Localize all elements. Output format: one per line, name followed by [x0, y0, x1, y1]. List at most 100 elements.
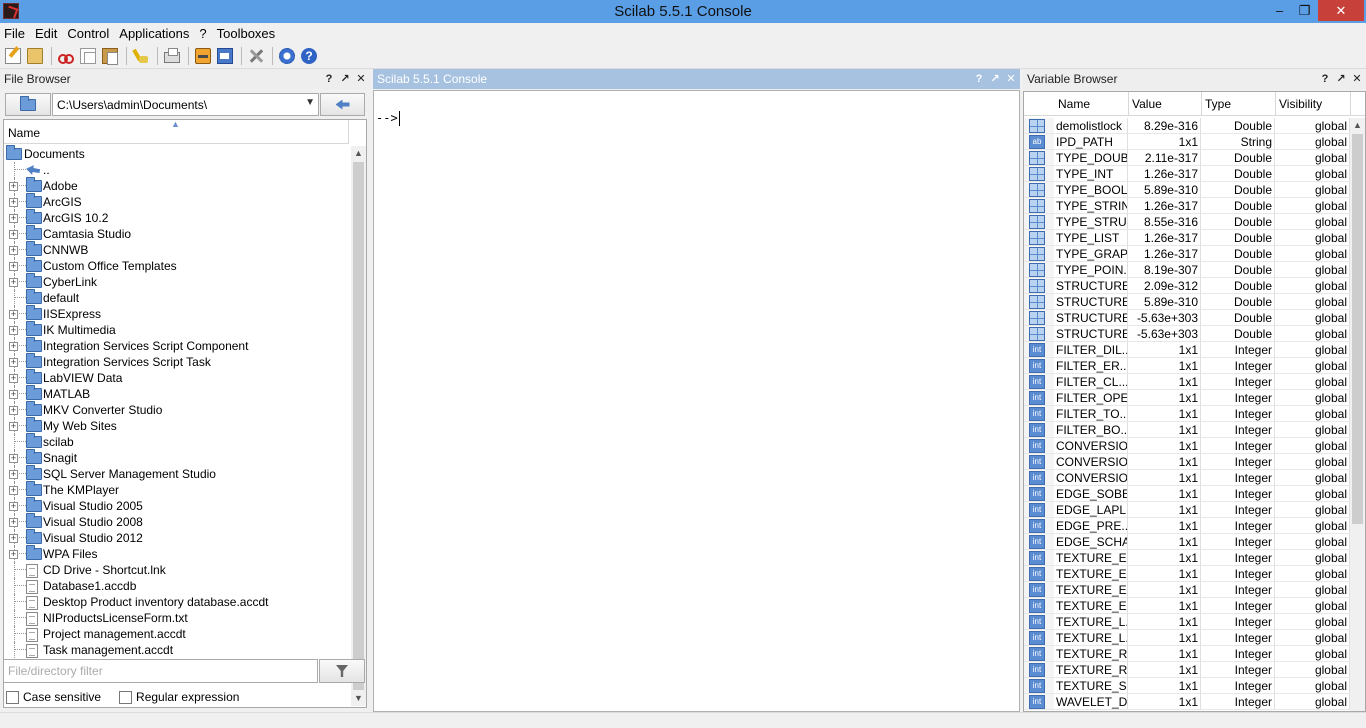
tree-folder-item[interactable]: + MATLAB: [4, 385, 349, 402]
variable-row[interactable]: int TEXTURE_R...1x1Integerglobal: [1024, 646, 1350, 662]
parent-directory-button[interactable]: [320, 93, 365, 116]
expand-icon[interactable]: +: [9, 470, 18, 479]
variable-row[interactable]: int EDGE_SCHA...1x1Integerglobal: [1024, 534, 1350, 550]
panel-close-button[interactable]: ✕: [1350, 72, 1364, 86]
new-file-button[interactable]: [3, 46, 23, 66]
tree-folder-item[interactable]: + Snagit: [4, 449, 349, 466]
expand-icon[interactable]: +: [9, 390, 18, 399]
variable-row[interactable]: int FILTER_OPEN1x1Integerglobal: [1024, 390, 1350, 406]
panel-help-button[interactable]: ?: [1318, 72, 1332, 86]
variable-row[interactable]: TYPE_STRING1.26e-317Doubleglobal: [1024, 198, 1350, 214]
variable-row[interactable]: TYPE_LIST 1.26e-317 Double global: [1024, 230, 1350, 246]
variable-row[interactable]: int FILTER_CL... 1x1 Integer global: [1024, 374, 1350, 390]
expand-icon[interactable]: +: [9, 182, 18, 191]
close-window-button[interactable]: ✕: [1318, 0, 1364, 21]
scroll-thumb[interactable]: [353, 162, 364, 690]
regex-option[interactable]: Regular expression: [119, 690, 239, 704]
tree-folder-item[interactable]: + Integration Services Script Component: [4, 337, 349, 354]
expand-icon[interactable]: +: [9, 550, 18, 559]
tree-file-item[interactable]: CD Drive - Shortcut.lnk: [4, 562, 349, 578]
expand-icon[interactable]: +: [9, 534, 18, 543]
tree-folder-item[interactable]: + SQL Server Management Studio: [4, 465, 349, 482]
scroll-up-icon[interactable]: ▲: [351, 146, 366, 161]
expand-icon[interactable]: +: [9, 262, 18, 271]
variable-row[interactable]: int WAVELET_D...1x1Integerglobal: [1024, 694, 1350, 710]
browse-folder-button[interactable]: [5, 93, 51, 116]
column-header-value[interactable]: Value: [1132, 97, 1162, 111]
variable-row[interactable]: int TEXTURE_R...1x1Integerglobal: [1024, 662, 1350, 678]
tree-file-item[interactable]: Database1.accdb: [4, 578, 349, 594]
tree-root-documents[interactable]: Documents: [4, 145, 349, 162]
minimize-button[interactable]: –: [1266, 0, 1293, 21]
tree-folder-item[interactable]: default: [4, 289, 349, 306]
panel-undock-button[interactable]: ↗: [988, 72, 1002, 86]
scroll-up-icon[interactable]: ▲: [1350, 118, 1365, 133]
variable-row[interactable]: TYPE_STRUCT8.55e-316Doubleglobal: [1024, 214, 1350, 230]
variable-row[interactable]: int TEXTURE_E...1x1Integerglobal: [1024, 550, 1350, 566]
variable-row[interactable]: int TEXTURE_S...1x1Integerglobal: [1024, 678, 1350, 694]
variable-row[interactable]: int FILTER_ER... 1x1 Integer global: [1024, 358, 1350, 374]
print-button[interactable]: [162, 46, 182, 66]
variable-row[interactable]: int EDGE_LAPL...1x1Integerglobal: [1024, 502, 1350, 518]
tree-item-parent[interactable]: ..: [4, 162, 349, 178]
variable-table-scrollbar[interactable]: ▲: [1350, 118, 1365, 711]
column-header-visibility[interactable]: Visibility: [1279, 97, 1322, 111]
path-combobox[interactable]: C:\Users\admin\Documents\ ▼: [52, 93, 319, 116]
filter-button[interactable]: [319, 659, 365, 683]
tree-folder-item[interactable]: + Camtasia Studio: [4, 225, 349, 242]
expand-icon[interactable]: +: [9, 518, 18, 527]
variable-row[interactable]: TYPE_DOUBLE2.11e-317Doubleglobal: [1024, 150, 1350, 166]
panel-undock-button[interactable]: ↗: [1334, 72, 1348, 86]
variable-row[interactable]: int EDGE_SOBEL1x1Integerglobal: [1024, 486, 1350, 502]
variable-row[interactable]: int FILTER_DIL... 1x1 Integer global: [1024, 342, 1350, 358]
case-sensitive-checkbox[interactable]: [6, 690, 19, 704]
tree-folder-item[interactable]: + IISExpress: [4, 305, 349, 322]
file-filter-input[interactable]: File/directory filter: [3, 659, 318, 683]
scinotes-button[interactable]: [193, 46, 213, 66]
expand-icon[interactable]: +: [9, 374, 18, 383]
tree-folder-item[interactable]: + Adobe: [4, 177, 349, 194]
expand-icon[interactable]: +: [9, 406, 18, 415]
module-manager-button[interactable]: [277, 46, 297, 66]
tree-folder-item[interactable]: + My Web Sites: [4, 417, 349, 434]
column-header-name[interactable]: Name: [1058, 97, 1090, 111]
help-button[interactable]: ?: [299, 46, 319, 66]
tree-folder-item[interactable]: + LabVIEW Data: [4, 369, 349, 386]
expand-icon[interactable]: +: [9, 278, 18, 287]
tree-file-item[interactable]: Task management.accdt: [4, 642, 349, 658]
clear-console-button[interactable]: [131, 46, 151, 66]
expand-icon[interactable]: +: [9, 214, 18, 223]
copy-button[interactable]: [78, 46, 98, 66]
variable-row[interactable]: int TEXTURE_E...1x1Integerglobal: [1024, 582, 1350, 598]
tree-folder-item[interactable]: scilab: [4, 433, 349, 450]
cut-button[interactable]: [56, 46, 76, 66]
tree-folder-item[interactable]: + ArcGIS 10.2: [4, 209, 349, 226]
panel-help-button[interactable]: ?: [322, 72, 336, 86]
tree-folder-item[interactable]: + The KMPlayer: [4, 481, 349, 498]
menu-edit[interactable]: Edit: [35, 26, 57, 41]
tools-button[interactable]: [246, 46, 266, 66]
variable-row[interactable]: TYPE_GRAP...1.26e-317Doubleglobal: [1024, 246, 1350, 262]
variable-row[interactable]: TYPE_INT 1.26e-317 Double global: [1024, 166, 1350, 182]
panel-close-button[interactable]: ✕: [1004, 72, 1018, 86]
variable-row[interactable]: ab IPD_PATH 1x1 String global: [1024, 134, 1350, 150]
variable-row[interactable]: STRUCTURE...-5.63e+303Doubleglobal: [1024, 310, 1350, 326]
panel-undock-button[interactable]: ↗: [338, 72, 352, 86]
variable-row[interactable]: STRUCTURE...-5.63e+303Doubleglobal: [1024, 326, 1350, 342]
tree-folder-item[interactable]: + Visual Studio 2012: [4, 529, 349, 546]
tree-file-item[interactable]: Desktop Product inventory database.accdt: [4, 594, 349, 610]
expand-icon[interactable]: +: [9, 310, 18, 319]
variable-row[interactable]: int EDGE_PRE... 1x1 Integer global: [1024, 518, 1350, 534]
variable-row[interactable]: TYPE_BOOL...5.89e-310Doubleglobal: [1024, 182, 1350, 198]
tree-folder-item[interactable]: + CyberLink: [4, 273, 349, 290]
expand-icon[interactable]: +: [9, 358, 18, 367]
regex-checkbox[interactable]: [119, 690, 133, 704]
variable-row[interactable]: int TEXTURE_L... 1x1 Integer global: [1024, 630, 1350, 646]
expand-icon[interactable]: +: [9, 502, 18, 511]
menu-file[interactable]: File: [4, 26, 25, 41]
expand-icon[interactable]: +: [9, 422, 18, 431]
tree-folder-item[interactable]: + CNNWB: [4, 241, 349, 258]
tree-folder-item[interactable]: + Integration Services Script Task: [4, 353, 349, 370]
chevron-down-icon[interactable]: ▼: [305, 97, 315, 108]
file-tree-scrollbar[interactable]: ▲ ▼: [351, 146, 366, 706]
